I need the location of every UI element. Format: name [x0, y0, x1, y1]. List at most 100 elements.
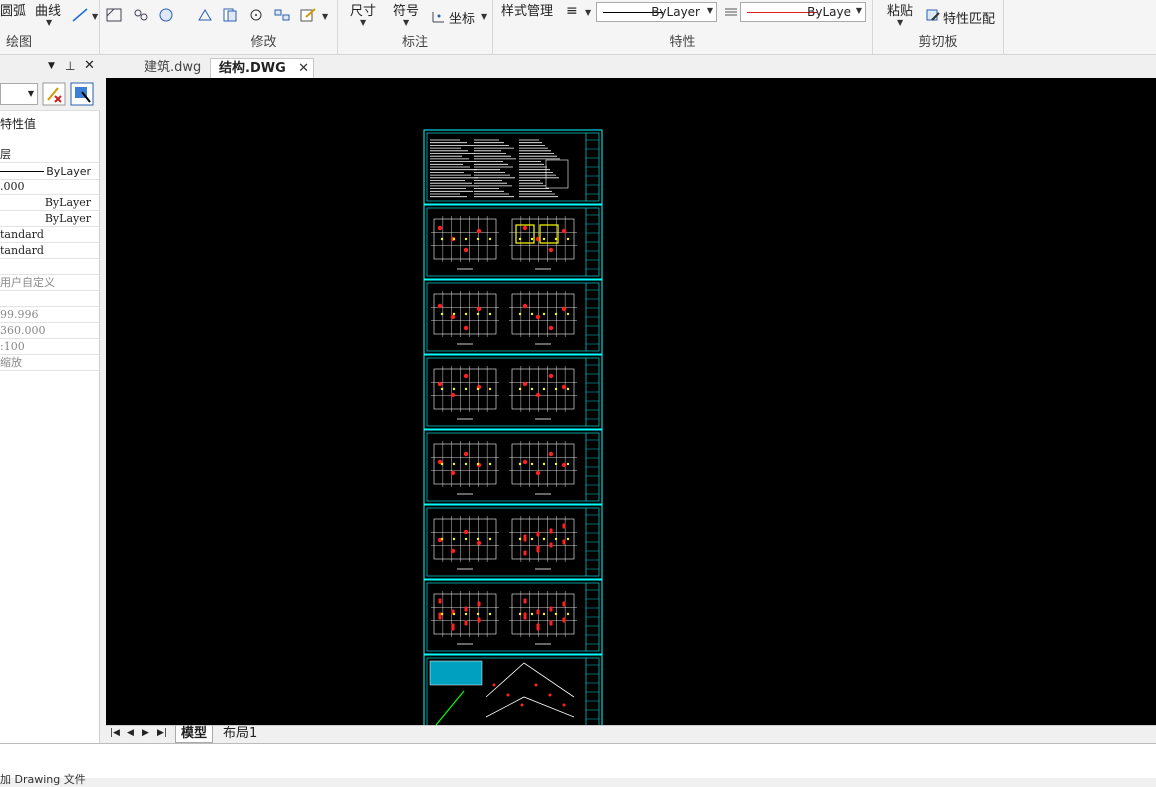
dim-marker	[562, 523, 566, 527]
property-row[interactable]: ByLayer	[0, 195, 99, 211]
match-properties-icon[interactable]	[925, 8, 941, 22]
panel-menu-icon[interactable]: ▼	[48, 61, 55, 71]
sheet-inner-frame	[426, 507, 600, 577]
dim-marker	[464, 620, 468, 624]
line-tool-icon[interactable]	[72, 8, 88, 22]
dim-marker	[535, 314, 541, 320]
dim-marker	[464, 606, 468, 610]
property-row[interactable]: .000	[0, 179, 99, 195]
dim-marker	[549, 620, 553, 624]
dim-marker	[492, 683, 496, 687]
layer-icon[interactable]	[723, 5, 739, 19]
copy-icon[interactable]	[222, 8, 238, 22]
nav-prev-icon[interactable]: ◀	[127, 728, 134, 738]
arc-button[interactable]: 圆弧	[0, 0, 26, 19]
sheet-frame	[423, 279, 603, 355]
property-row[interactable]: tandard	[0, 227, 99, 243]
annotation-marker	[476, 312, 480, 316]
sheet-frame	[423, 354, 603, 430]
symbol-dropdown-icon[interactable]: ▼	[403, 18, 409, 27]
property-row[interactable]: tandard	[0, 243, 99, 259]
annotation-marker	[464, 612, 468, 616]
properties-panel: ▼ ⊥ ✕ ▼ 特性值 层 ByLayer .000 ByLayer ByLayer ta…	[0, 57, 100, 743]
panel-close-icon[interactable]: ✕	[84, 58, 95, 73]
annotation-marker	[488, 387, 492, 391]
object-select-dropdown-icon: ▼	[27, 89, 34, 98]
tab-model[interactable]: 模型	[175, 726, 214, 743]
lineweight-dropdown-icon[interactable]: ▼	[585, 8, 591, 17]
paste-dropdown-icon[interactable]: ▼	[897, 18, 903, 27]
select-objects-icon[interactable]	[70, 82, 94, 106]
coordinate-dropdown-icon[interactable]: ▼	[481, 12, 487, 21]
tab-building-dwg[interactable]: 建筑.dwg	[136, 58, 209, 78]
annotate-group: 尺寸 ▼ 符号 ▼ 坐标 ▼ 标注	[338, 0, 493, 55]
dimension-dropdown-icon[interactable]: ▼	[360, 18, 366, 27]
property-row[interactable]: ByLayer	[0, 211, 99, 227]
coordinate-icon[interactable]	[431, 10, 447, 24]
annotation-marker	[464, 537, 468, 541]
sheet-inner-frame	[426, 432, 600, 502]
array-icon[interactable]	[274, 8, 290, 22]
coordinate-button[interactable]: 坐标	[449, 8, 475, 27]
modify-dropdown-icon[interactable]: ▼	[322, 12, 328, 21]
property-row[interactable]: 缩放	[0, 355, 99, 371]
nav-next-icon[interactable]: ▶	[142, 728, 149, 738]
annotation-marker	[518, 237, 522, 241]
modify-group: ▼ 修改	[190, 0, 338, 55]
property-row[interactable]: ByLayer	[0, 164, 99, 180]
property-row[interactable]: 用户自定义	[0, 275, 99, 291]
dim-marker	[450, 470, 456, 476]
style-manager-button[interactable]: 样式管理	[501, 0, 553, 19]
sheet-inner-frame	[426, 357, 600, 427]
property-row[interactable]: 360.000	[0, 323, 99, 339]
dim-marker	[523, 550, 527, 554]
annotation-marker	[518, 537, 522, 541]
annotation-marker	[464, 237, 468, 241]
clipboard-group-label: 剪切板	[918, 35, 958, 50]
hatch-icon[interactable]	[106, 8, 122, 22]
annotation-marker	[566, 612, 570, 616]
property-row[interactable]	[0, 259, 99, 275]
match-properties-button[interactable]: 特性匹配	[943, 8, 995, 27]
nav-last-icon[interactable]: ▶|	[157, 728, 167, 738]
tab-structure-dwg[interactable]: 结构.DWG ✕	[210, 58, 314, 78]
edit-icon[interactable]	[300, 8, 316, 22]
dim-marker	[549, 542, 553, 546]
line-dropdown-icon[interactable]: ▼	[92, 12, 98, 21]
object-select-combo[interactable]: ▼	[0, 83, 38, 105]
command-area[interactable]: 加 Drawing 文件	[0, 743, 1156, 786]
dim-marker	[548, 247, 554, 253]
annotation-marker	[530, 312, 534, 316]
linetype-sample	[0, 171, 44, 172]
annotation-marker	[530, 462, 534, 466]
tab-layout1[interactable]: 布局1	[218, 726, 262, 743]
quick-select-icon[interactable]	[42, 82, 66, 106]
property-row[interactable]	[0, 291, 99, 307]
property-row[interactable]: 99.996	[0, 307, 99, 323]
property-row[interactable]: 层	[0, 147, 99, 163]
drawing-canvas[interactable]	[106, 78, 1156, 725]
dim-marker	[437, 225, 443, 231]
dimension-button[interactable]: 尺寸	[350, 0, 376, 19]
dim-marker	[450, 314, 456, 320]
dim-marker	[522, 381, 528, 387]
property-value-header: 特性值	[0, 117, 37, 131]
annotation-marker	[554, 462, 558, 466]
mirror-icon[interactable]	[197, 8, 213, 22]
tab-close-icon[interactable]: ✕	[298, 59, 309, 78]
curve-dropdown-icon[interactable]: ▼	[46, 18, 52, 27]
property-row[interactable]: :100	[0, 339, 99, 355]
block-icon[interactable]	[133, 8, 149, 22]
linetype-combo[interactable]: ByLayer ▼	[596, 2, 717, 22]
curve-button[interactable]: 曲线	[35, 0, 61, 19]
lineweight-list-icon[interactable]: ≡	[566, 3, 578, 19]
paste-button[interactable]: 粘贴	[887, 0, 913, 19]
rotate-icon[interactable]	[248, 8, 264, 22]
nav-first-icon[interactable]: |◀	[110, 728, 120, 738]
document-tab-bar: 建筑.dwg 结构.DWG ✕	[106, 57, 1156, 78]
region-icon[interactable]	[158, 8, 174, 22]
dim-marker	[463, 373, 469, 379]
color-combo[interactable]: ByLaye ▼	[740, 2, 866, 22]
symbol-button[interactable]: 符号	[393, 0, 419, 19]
pin-icon[interactable]: ⊥	[65, 59, 75, 73]
